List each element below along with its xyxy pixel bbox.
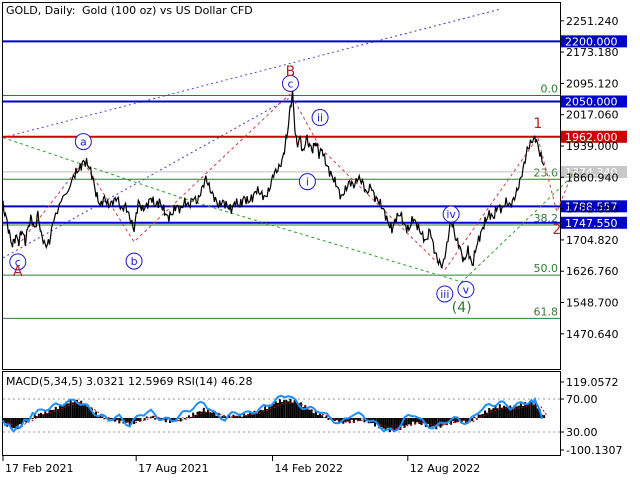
wave-label: 2 <box>552 222 561 238</box>
price-axis-label: 1470.640 <box>566 328 619 341</box>
price-axis-label: 2173.180 <box>566 46 619 59</box>
wave-label-circled: a <box>80 136 87 149</box>
channel-upper-line <box>2 8 500 139</box>
price-axis-label: 1548.700 <box>566 297 619 310</box>
level-label: 1747.550 <box>565 217 618 230</box>
price-chart: 0.023.638.250.061.8 2200.0002050.0001962… <box>2 2 627 475</box>
wave-label-circled: b <box>131 255 138 268</box>
wave-label: (4) <box>452 300 472 316</box>
price-axis-label: 1939.000 <box>566 140 619 153</box>
wave-label: B <box>286 64 296 80</box>
time-axis-label: 12 Aug 2022 <box>410 462 480 475</box>
price-axis-label: 1626.760 <box>566 265 619 278</box>
trend-channel <box>2 8 500 259</box>
price-axis-label: 1704.820 <box>566 234 619 247</box>
macd-rsi-indicator: 119.0572 70.00 30.00 -100.1307 <box>2 376 622 457</box>
price-axis-label: 1860.940 <box>566 171 619 184</box>
fib-level-label: 0.0 <box>541 82 559 95</box>
indicator-axis-label: 119.0572 <box>566 376 619 389</box>
horizontal-levels: 2200.0002050.0001962.0001874.3401788.557… <box>3 35 627 230</box>
wave-label: 1 <box>533 116 542 132</box>
time-axis-label: 14 Feb 2022 <box>275 462 343 475</box>
chart-header-description: Gold (100 oz) vs US Dollar CFD <box>82 4 253 17</box>
fib-level-label: 50.0 <box>534 262 559 275</box>
indicator-axis-label: -100.1307 <box>566 444 622 457</box>
wave-label-circled: ii <box>317 112 323 125</box>
wave-label-circled: i <box>306 176 309 189</box>
wave-path-green <box>2 137 580 283</box>
level-label: 2050.000 <box>565 95 618 108</box>
wave-label-circled: iii <box>440 288 449 301</box>
wave-label-circled: iv <box>446 208 456 221</box>
price-axis: 2251.240 2173.180 2095.120 2017.060 1939.000… <box>560 15 619 341</box>
fibonacci-levels: 0.023.638.250.061.8 <box>3 82 560 319</box>
wave-label: A <box>13 264 23 280</box>
price-axis-label: 1782.880 <box>566 203 619 216</box>
time-axis-label: 17 Feb 2021 <box>5 462 73 475</box>
price-axis-label: 2095.120 <box>566 77 619 90</box>
price-axis-label: 2251.240 <box>566 15 619 28</box>
main-pane-frame <box>2 2 561 370</box>
indicator-axis-label: 70.00 <box>566 393 598 406</box>
time-axis: 17 Feb 2021 17 Aug 2021 14 Feb 2022 12 Aug … <box>2 456 480 475</box>
time-axis-label: 17 Aug 2021 <box>138 462 208 475</box>
wave-projection-lines <box>2 92 580 283</box>
channel-lower-line <box>2 97 291 259</box>
indicator-axis-label: 30.00 <box>566 426 598 439</box>
price-axis-label: 2017.060 <box>566 109 619 122</box>
wave-label-circled: v <box>463 284 470 297</box>
indicator-label: MACD(5,34,5) 3.0321 12.5969 RSI(14) 46.2… <box>6 375 252 388</box>
chart-header-symbol: GOLD, Daily: <box>6 4 76 17</box>
fib-level-label: 61.8 <box>534 305 559 318</box>
wave-path-red <box>17 92 575 271</box>
